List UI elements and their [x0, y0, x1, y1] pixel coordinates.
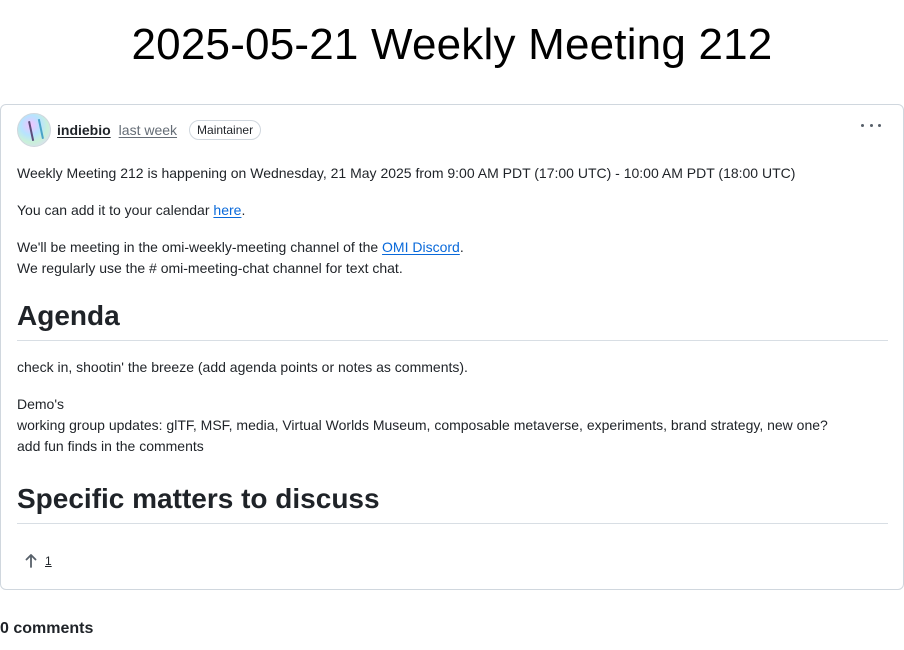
avatar[interactable]: [17, 113, 51, 147]
post-body: Weekly Meeting 212 is happening on Wedne…: [17, 163, 888, 524]
upvote-count: 1: [45, 554, 52, 568]
calendar-suffix: .: [241, 202, 246, 218]
author-link[interactable]: indiebio: [57, 122, 111, 138]
discussion-post: indiebio last week Maintainer Weekly Mee…: [0, 104, 904, 590]
calendar-text: You can add it to your calendar: [17, 202, 214, 218]
specific-matters-heading: Specific matters to discuss: [17, 481, 888, 524]
discord-link[interactable]: OMI Discord: [382, 239, 460, 255]
meeting-channel-line: We'll be meeting in the omi-weekly-meeti…: [17, 237, 888, 258]
agenda-item: working group updates: glTF, MSF, media,…: [17, 417, 828, 433]
meeting-time-text: Weekly Meeting 212 is happening on Wedne…: [17, 165, 796, 181]
meeting-channel-suffix: .: [459, 239, 464, 255]
page-title: 2025-05-21 Weekly Meeting 212: [131, 20, 773, 69]
agenda-heading: Agenda: [17, 298, 888, 341]
post-header: indiebio last week Maintainer: [17, 113, 262, 147]
agenda-item: Demo's: [17, 396, 65, 412]
chat-channel-text: We regularly use the # omi-meeting-chat …: [17, 260, 403, 276]
timestamp-link[interactable]: last week: [119, 122, 177, 138]
role-badge: Maintainer: [189, 120, 262, 140]
comments-count: 0 comments: [0, 620, 94, 637]
agenda-item: add fun finds in the comments: [17, 438, 204, 454]
calendar-link[interactable]: here: [213, 202, 241, 218]
meeting-channel-text: We'll be meeting in the omi-weekly-meeti…: [17, 239, 383, 255]
upvote-button[interactable]: 1: [17, 547, 60, 575]
arrow-up-icon: [25, 554, 37, 568]
kebab-horizontal-icon[interactable]: [861, 117, 881, 133]
agenda-item: check in, shootin' the breeze (add agend…: [17, 359, 468, 375]
calendar-line: You can add it to your calendar here.: [17, 200, 888, 221]
